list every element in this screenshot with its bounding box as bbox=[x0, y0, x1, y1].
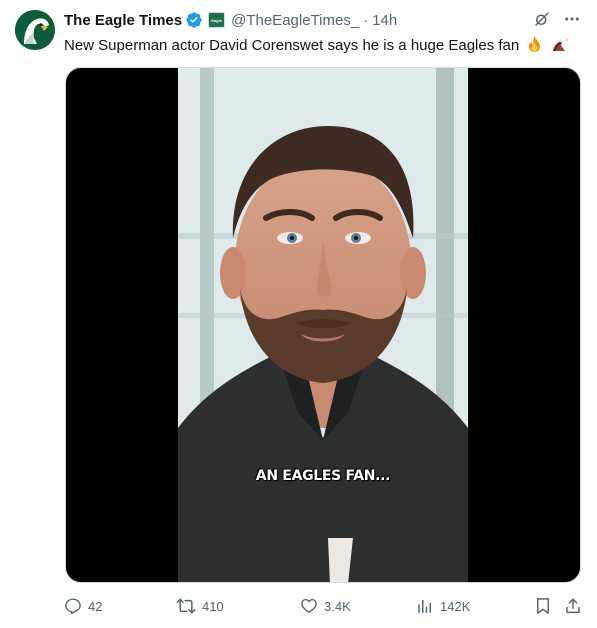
video-still-image bbox=[178, 68, 468, 582]
reply-button[interactable]: 42 bbox=[64, 596, 102, 616]
eagle-emoji-icon bbox=[551, 35, 569, 59]
reply-count: 42 bbox=[88, 598, 103, 614]
video-caption: AN EAGLES FAN... bbox=[255, 468, 391, 484]
grok-icon[interactable] bbox=[533, 10, 551, 28]
affiliate-badge-icon[interactable]: Eagle bbox=[208, 12, 226, 28]
account-name[interactable]: The Eagle Times bbox=[64, 12, 182, 29]
tweet-body: New Superman actor David Corenswet says … bbox=[64, 37, 520, 54]
share-icon bbox=[566, 598, 580, 614]
tweet-header: The Eagle Times Eagle @TheEagleTimes_ · … bbox=[64, 10, 397, 30]
fire-emoji-icon bbox=[526, 35, 543, 59]
verified-badge-icon bbox=[185, 11, 203, 29]
heart-icon bbox=[301, 598, 317, 614]
bookmark-icon bbox=[537, 598, 549, 614]
timestamp[interactable]: 14h bbox=[372, 12, 397, 29]
repost-button[interactable]: 410 bbox=[176, 596, 224, 616]
like-count: 3.4K bbox=[324, 598, 351, 614]
eagle-logo-icon bbox=[15, 10, 55, 50]
tweet-top-actions bbox=[533, 10, 581, 28]
repost-count: 410 bbox=[202, 598, 224, 614]
views-count: 142K bbox=[440, 598, 471, 614]
bookmark-button[interactable] bbox=[534, 596, 552, 616]
video-player[interactable]: AN EAGLES FAN... bbox=[65, 67, 581, 583]
video-frame[interactable]: AN EAGLES FAN... bbox=[178, 68, 468, 582]
tweet-actions-bar: 42 410 3.4K 142K bbox=[64, 596, 584, 616]
reply-icon bbox=[65, 598, 81, 615]
views-button[interactable]: 142K bbox=[416, 596, 470, 616]
repost-icon bbox=[176, 598, 196, 614]
separator-dot: · bbox=[363, 11, 369, 29]
more-options-icon[interactable] bbox=[563, 10, 581, 28]
tweet-text: New Superman actor David Corenswet says … bbox=[64, 35, 569, 59]
affiliate-badge-text: Eagle bbox=[211, 17, 222, 23]
share-button[interactable] bbox=[564, 596, 582, 616]
tweet[interactable]: The Eagle Times Eagle @TheEagleTimes_ · … bbox=[0, 0, 597, 628]
account-handle[interactable]: @TheEagleTimes_ bbox=[231, 12, 359, 29]
like-button[interactable]: 3.4K bbox=[300, 596, 351, 616]
avatar[interactable] bbox=[15, 10, 55, 50]
views-chart-icon bbox=[418, 600, 431, 613]
